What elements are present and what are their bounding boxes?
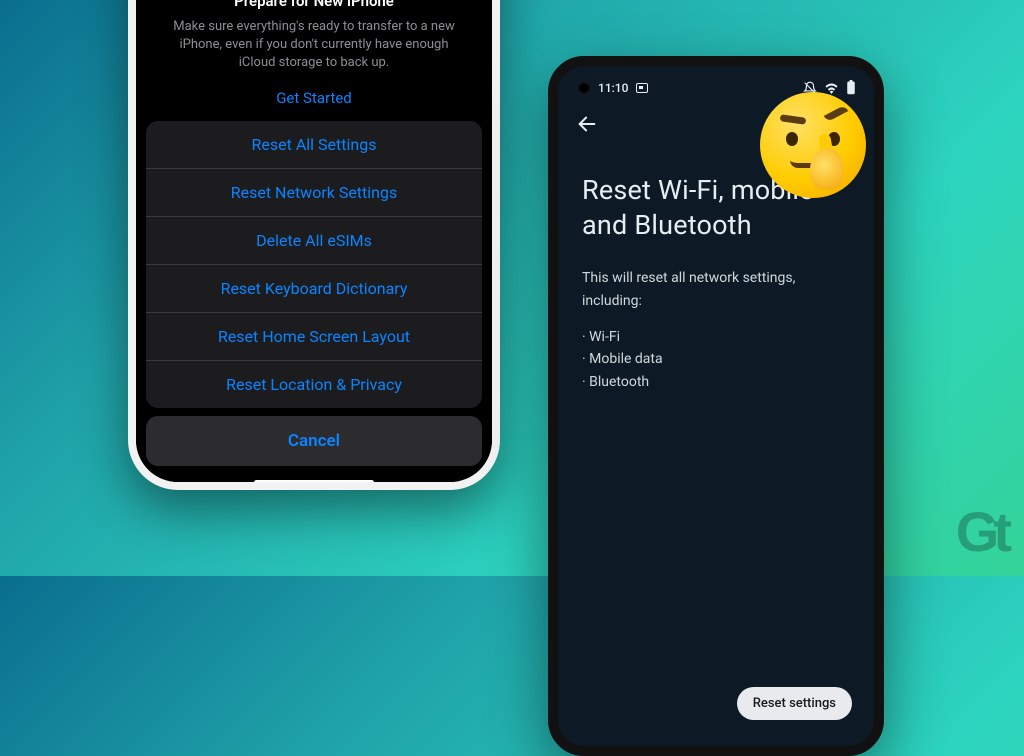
home-indicator[interactable] — [254, 480, 374, 485]
prepare-section: Prepare for New iPhone Make sure everyth… — [136, 0, 492, 73]
body-text: This will reset all network settings, in… — [558, 243, 874, 393]
gt-logo: Gt — [956, 499, 1006, 564]
thinking-face-emoji — [760, 92, 866, 198]
bullet-bluetooth: · Bluetooth — [582, 371, 850, 393]
action-sheet: Reset All Settings Reset Network Setting… — [146, 121, 482, 485]
delete-all-esims-option[interactable]: Delete All eSIMs — [146, 217, 482, 265]
reset-settings-button[interactable]: Reset settings — [737, 687, 852, 720]
body-intro: This will reset all network settings, in… — [582, 267, 850, 312]
bullet-wifi: · Wi-Fi — [582, 326, 850, 348]
camera-hole — [578, 82, 590, 94]
status-time: 11:10 — [598, 81, 628, 95]
reset-options-group: Reset All Settings Reset Network Setting… — [146, 121, 482, 408]
prepare-description: Make sure everything's ready to transfer… — [164, 18, 464, 73]
reset-location-privacy-option[interactable]: Reset Location & Privacy — [146, 361, 482, 408]
logo-text: Gt — [956, 499, 1006, 564]
cancel-button[interactable]: Cancel — [146, 416, 482, 466]
get-started-link[interactable]: Get Started — [136, 73, 492, 121]
bullet-mobile-data: · Mobile data — [582, 348, 850, 370]
screenshot-icon — [636, 83, 648, 93]
reset-network-settings-option[interactable]: Reset Network Settings — [146, 169, 482, 217]
prepare-title: Prepare for New iPhone — [164, 0, 464, 10]
reset-all-settings-option[interactable]: Reset All Settings — [146, 121, 482, 169]
reset-keyboard-dictionary-option[interactable]: Reset Keyboard Dictionary — [146, 265, 482, 313]
iphone-screen: Prepare for New iPhone Make sure everyth… — [136, 0, 492, 482]
arrow-left-icon — [576, 113, 598, 135]
iphone-device-frame: Prepare for New iPhone Make sure everyth… — [128, 0, 500, 490]
reset-home-screen-layout-option[interactable]: Reset Home Screen Layout — [146, 313, 482, 361]
bullet-list: · Wi-Fi · Mobile data · Bluetooth — [582, 326, 850, 393]
